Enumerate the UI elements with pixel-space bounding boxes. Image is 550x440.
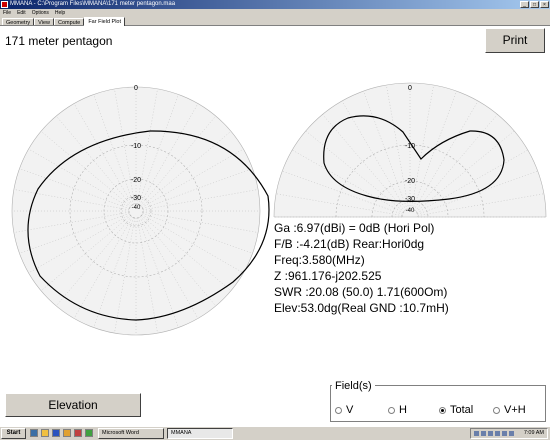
impedance-readout: Z :961.176-j202.525 (274, 269, 382, 283)
right-ring-label-20: -20 (405, 178, 415, 185)
right-ring-label-0: 0 (408, 85, 412, 92)
far-field-plots: 0 -10 -20 -30 -40 0 -10 -20 -30 -40 (11, 82, 547, 336)
field-radio-total[interactable]: Total (439, 404, 473, 416)
tray-icon-3[interactable] (488, 431, 493, 436)
field-radio-vh[interactable]: V+H (493, 404, 526, 416)
elevation-pattern-plot: 0 -10 -20 -30 -40 (273, 82, 547, 218)
gain-readout: Ga :6.97(dBi) = 0dB (Hori Pol) (274, 221, 435, 235)
field-legend: Field(s) (332, 380, 375, 392)
folder-icon[interactable] (41, 429, 49, 437)
results-readout: Ga :6.97(dBi) = 0dB (Hori Pol) F/B :-4.2… (274, 220, 449, 316)
right-ring-label-10: -10 (405, 143, 415, 150)
system-tray: 7:09 AM (470, 428, 548, 439)
field-radio-v[interactable]: V (335, 404, 353, 416)
radio-total-indicator[interactable] (439, 406, 446, 414)
tray-icon-4[interactable] (495, 431, 500, 436)
elevation-button[interactable]: Elevation (5, 393, 141, 417)
mmana-window: MMANA - C:\Program Files\MMANA\171 meter… (0, 0, 550, 426)
right-ring-label-40: -40 (406, 208, 415, 214)
left-ring-label-10: -10 (131, 143, 141, 150)
horizontal-plot-background (12, 87, 260, 335)
left-ring-label-40: -40 (132, 205, 141, 211)
horizontal-pattern-plot: 0 -10 -20 -30 -40 (11, 85, 270, 336)
left-ring-label-30: -30 (131, 195, 141, 202)
media-icon[interactable] (74, 429, 82, 437)
front-back-readout: F/B :-4.21(dB) Rear:Hori0dg (274, 237, 425, 251)
taskbar: Start Microsoft Word MMANA 7:09 AM (0, 426, 550, 440)
elevation-readout: Elev:53.0dg(Real GND :10.7mH) (274, 301, 449, 315)
radio-h-label: H (399, 404, 407, 416)
radio-vh-label: V+H (504, 404, 526, 416)
radio-v-indicator[interactable] (335, 406, 342, 414)
start-button[interactable]: Start (1, 428, 26, 439)
swr-readout: SWR :20.08 (50.0) 1.71(600Om) (274, 285, 448, 299)
right-ring-label-30: -30 (405, 196, 415, 203)
frequency-readout: Freq:3.580(MHz) (274, 253, 365, 267)
tray-icon-1[interactable] (474, 431, 479, 436)
field-radio-h[interactable]: H (388, 404, 407, 416)
desktop-icon[interactable] (30, 429, 38, 437)
explorer-icon[interactable] (63, 429, 71, 437)
radio-total-label: Total (450, 404, 474, 416)
radio-v-label: V (346, 404, 354, 416)
clock: 7:09 AM (523, 430, 544, 436)
app-quicklaunch-icon[interactable] (85, 429, 93, 437)
task-mmana[interactable]: MMANA (167, 428, 233, 439)
left-ring-label-0: 0 (134, 85, 138, 92)
tray-icon-5[interactable] (502, 431, 507, 436)
left-ring-label-20: -20 (131, 177, 141, 184)
word-icon[interactable] (52, 429, 60, 437)
radio-h-indicator[interactable] (388, 406, 395, 414)
radio-vh-indicator[interactable] (493, 406, 500, 414)
volume-icon[interactable] (509, 431, 514, 436)
tray-icon-2[interactable] (481, 431, 486, 436)
task-microsoft-word[interactable]: Microsoft Word (98, 428, 164, 439)
